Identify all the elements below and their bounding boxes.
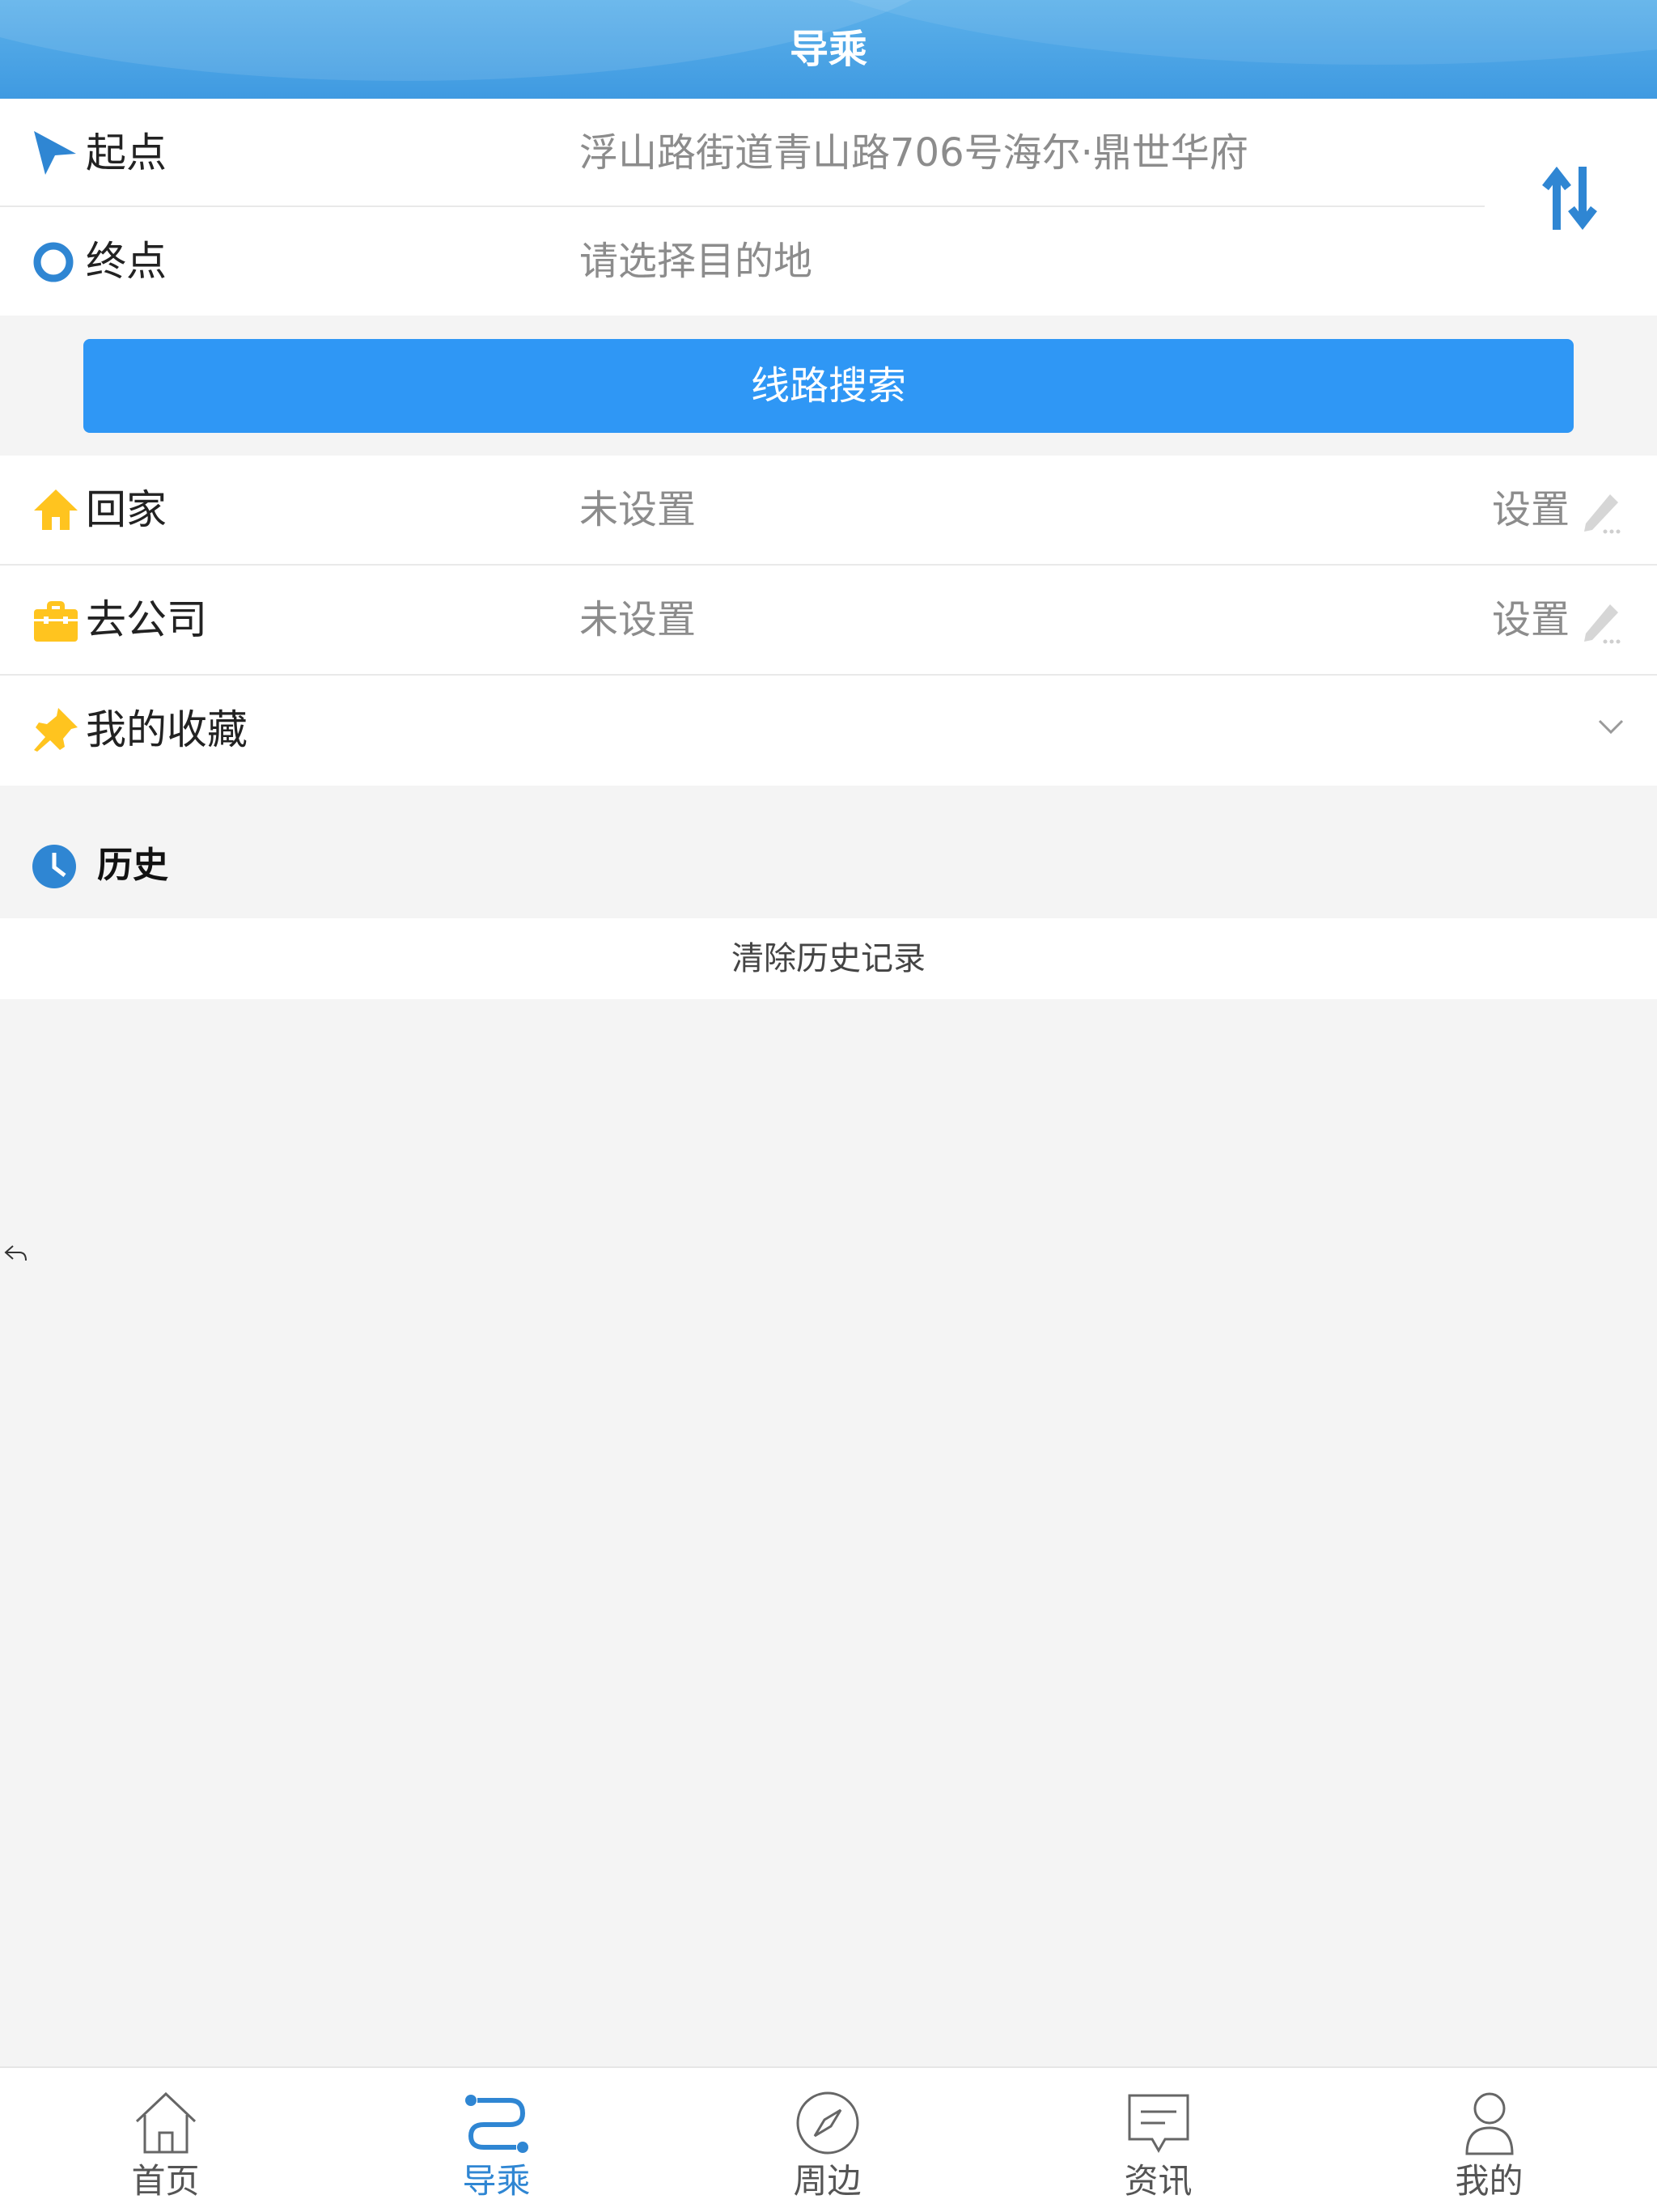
tab-label: 资讯 bbox=[1124, 2161, 1193, 2201]
navigation-arrow-icon bbox=[34, 131, 76, 175]
pin-icon bbox=[34, 708, 78, 752]
history-title: 历史 bbox=[97, 845, 168, 886]
tab-guide[interactable]: 导乘 bbox=[331, 2068, 662, 2212]
favorites-label: 我的收藏 bbox=[86, 706, 248, 753]
history-section-header: 历史 bbox=[0, 825, 1657, 906]
tab-mine[interactable]: 我的 bbox=[1324, 2068, 1655, 2212]
briefcase-icon bbox=[34, 601, 78, 642]
shortcuts-card: 回家 未设置 设置 去公司 未设置 设置 我的收藏 bbox=[0, 456, 1657, 786]
compass-icon bbox=[796, 2091, 858, 2155]
tab-label: 首页 bbox=[131, 2161, 200, 2201]
shortcut-label: 去公司 bbox=[86, 596, 207, 643]
end-point-row[interactable]: 终点 请选择目的地 bbox=[0, 207, 1657, 316]
route-card: 起点 浮山路街道青山路706号海尔·鼎世华府 终点 请选择目的地 bbox=[0, 99, 1657, 316]
tab-news[interactable]: 资讯 bbox=[993, 2068, 1324, 2212]
set-home-button[interactable]: 设置 bbox=[1492, 456, 1570, 564]
bottom-tab-bar: 首页 导乘 周边 资讯 我的 bbox=[0, 2066, 1657, 2212]
shortcut-label: 回家 bbox=[86, 486, 167, 533]
set-company-button[interactable]: 设置 bbox=[1492, 566, 1570, 674]
tab-nearby[interactable]: 周边 bbox=[662, 2068, 993, 2212]
pencil-icon[interactable] bbox=[1578, 596, 1626, 645]
shortcut-company-row[interactable]: 去公司 未设置 设置 bbox=[0, 566, 1657, 674]
home-icon bbox=[34, 489, 78, 530]
end-point-field[interactable]: 请选择目的地 bbox=[579, 207, 812, 316]
start-point-row[interactable]: 起点 浮山路街道青山路706号海尔·鼎世华府 bbox=[0, 99, 1657, 207]
shortcut-value: 未设置 bbox=[579, 487, 697, 532]
top-navbar: 导乘 bbox=[0, 0, 1657, 99]
pencil-icon[interactable] bbox=[1578, 486, 1626, 535]
route-search-button[interactable]: 线路搜索 bbox=[83, 339, 1574, 433]
shortcut-home-row[interactable]: 回家 未设置 设置 bbox=[0, 456, 1657, 564]
clock-icon bbox=[32, 845, 76, 888]
reply-arrow-icon[interactable] bbox=[3, 1243, 28, 1264]
start-point-label: 起点 bbox=[86, 129, 167, 176]
tab-label: 我的 bbox=[1455, 2161, 1524, 2201]
message-icon bbox=[1128, 2094, 1189, 2154]
destination-ring-icon bbox=[33, 242, 74, 282]
chevron-down-icon[interactable] bbox=[1597, 718, 1625, 737]
clear-history-button[interactable]: 清除历史记录 bbox=[0, 918, 1657, 999]
route-icon bbox=[464, 2095, 528, 2153]
end-point-label: 终点 bbox=[86, 238, 167, 285]
swap-vertical-icon[interactable] bbox=[1537, 162, 1602, 235]
shortcut-value: 未设置 bbox=[579, 597, 697, 642]
page-title: 导乘 bbox=[789, 27, 867, 72]
home-outline-icon bbox=[135, 2091, 196, 2154]
tab-home[interactable]: 首页 bbox=[0, 2068, 331, 2212]
start-point-field[interactable]: 浮山路街道青山路706号海尔·鼎世华府 bbox=[579, 99, 1248, 207]
favorites-row[interactable]: 我的收藏 bbox=[0, 676, 1657, 784]
tab-label: 导乘 bbox=[462, 2161, 531, 2201]
tab-label: 周边 bbox=[793, 2161, 862, 2201]
user-icon bbox=[1464, 2092, 1514, 2155]
